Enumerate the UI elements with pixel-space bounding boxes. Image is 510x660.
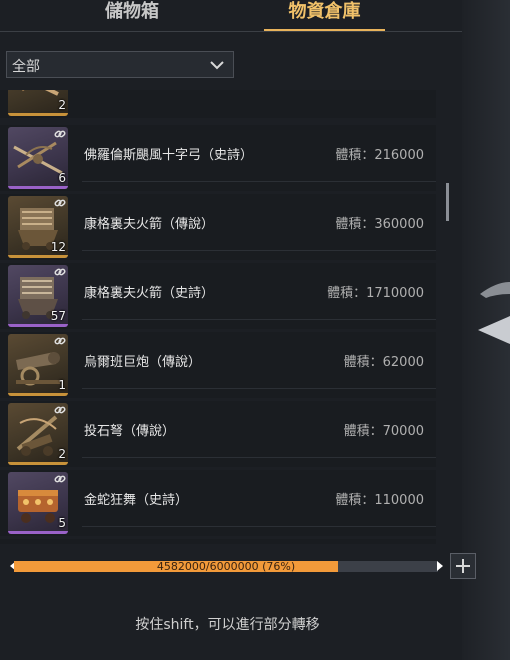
item-name: 烏爾班巨炮（傳說）	[84, 355, 202, 370]
item-count: 12	[50, 240, 66, 254]
link-icon	[54, 199, 66, 207]
capacity-text: 4582000/6000000 (76%)	[156, 560, 296, 573]
tab-bar: 儲物箱 物資倉庫	[0, 0, 462, 32]
item-volume: 體積：216000	[335, 148, 424, 163]
item-list[interactable]: 2 6 佛羅倫斯颶風十字弓（史詩） 體積：216000 12 康格裏夫火箭（傳說…	[0, 90, 436, 544]
item-thumbnail: 5	[8, 472, 68, 534]
item-name: 康格裏夫火箭（傳說）	[84, 217, 215, 232]
expand-capacity-button[interactable]	[450, 553, 476, 579]
filter-selected-value: 全部	[12, 59, 40, 75]
firework-cart-icon	[18, 490, 58, 523]
chevron-down-icon	[210, 61, 224, 70]
category-filter-dropdown[interactable]: 全部	[6, 51, 234, 78]
crossbow-icon	[13, 141, 63, 175]
item-name: 康格裏夫火箭（史詩）	[84, 286, 215, 301]
list-item[interactable]	[0, 539, 436, 544]
item-count: 2	[58, 98, 66, 112]
item-volume: 體積：62000	[343, 355, 424, 370]
item-thumbnail: 2	[8, 403, 68, 465]
tab-divider	[0, 31, 462, 32]
item-thumbnail: 57	[8, 265, 68, 327]
caret-right-icon	[437, 561, 443, 571]
item-name: 佛羅倫斯颶風十字弓（史詩）	[84, 148, 254, 163]
cannon-icon	[16, 352, 60, 386]
plus-icon	[456, 559, 470, 573]
row-separator	[82, 250, 436, 251]
list-item[interactable]: 5 金蛇狂舞（史詩） 體積：110000	[0, 470, 436, 536]
list-item[interactable]: 57 康格裏夫火箭（史詩） 體積：1710000	[0, 263, 436, 329]
item-count: 1	[58, 378, 66, 392]
item-name: 投石弩（傳說）	[84, 424, 176, 439]
list-scrollbar[interactable]	[446, 183, 449, 221]
row-separator	[82, 319, 436, 320]
crossbow-icon	[22, 90, 59, 96]
row-separator	[82, 526, 436, 527]
row-separator	[82, 457, 436, 458]
item-thumbnail: 1	[8, 334, 68, 396]
item-count: 57	[50, 309, 66, 323]
item-volume: 體積：70000	[343, 424, 424, 439]
link-icon	[54, 475, 66, 483]
item-thumbnail: 2	[8, 90, 68, 116]
item-thumbnail: 12	[8, 196, 68, 258]
row-separator	[82, 388, 436, 389]
item-thumbnail: 6	[8, 127, 68, 189]
item-count: 6	[58, 171, 66, 185]
list-item[interactable]: 1 烏爾班巨炮（傳說） 體積：62000	[0, 332, 436, 398]
item-count: 5	[58, 516, 66, 530]
item-volume: 體積：1710000	[327, 286, 424, 301]
side-arrow-decoration-icon	[478, 282, 510, 344]
list-item[interactable]: 2	[0, 90, 436, 118]
list-item[interactable]: 12 康格裏夫火箭（傳說） 體積：360000	[0, 194, 436, 260]
link-icon	[54, 406, 66, 414]
list-item[interactable]: 2 投石弩（傳說） 體積：70000	[0, 401, 436, 467]
list-item[interactable]: 6 佛羅倫斯颶風十字弓（史詩） 體積：216000	[0, 125, 436, 191]
row-separator	[82, 181, 436, 182]
link-icon	[54, 337, 66, 345]
link-icon	[54, 130, 66, 138]
ballista-icon	[16, 415, 58, 456]
link-icon	[54, 268, 66, 276]
transfer-hint: 按住shift，可以進行部分轉移	[135, 617, 320, 633]
tab-supply-warehouse[interactable]: 物資倉庫	[264, 0, 385, 30]
tab-storage-box[interactable]: 儲物箱	[62, 0, 202, 30]
item-count: 2	[58, 447, 66, 461]
capacity-bar: 4582000/6000000 (76%)	[14, 561, 438, 572]
item-name: 金蛇狂舞（史詩）	[84, 493, 189, 508]
item-volume: 體積：110000	[335, 493, 424, 508]
item-volume: 體積：360000	[335, 217, 424, 232]
